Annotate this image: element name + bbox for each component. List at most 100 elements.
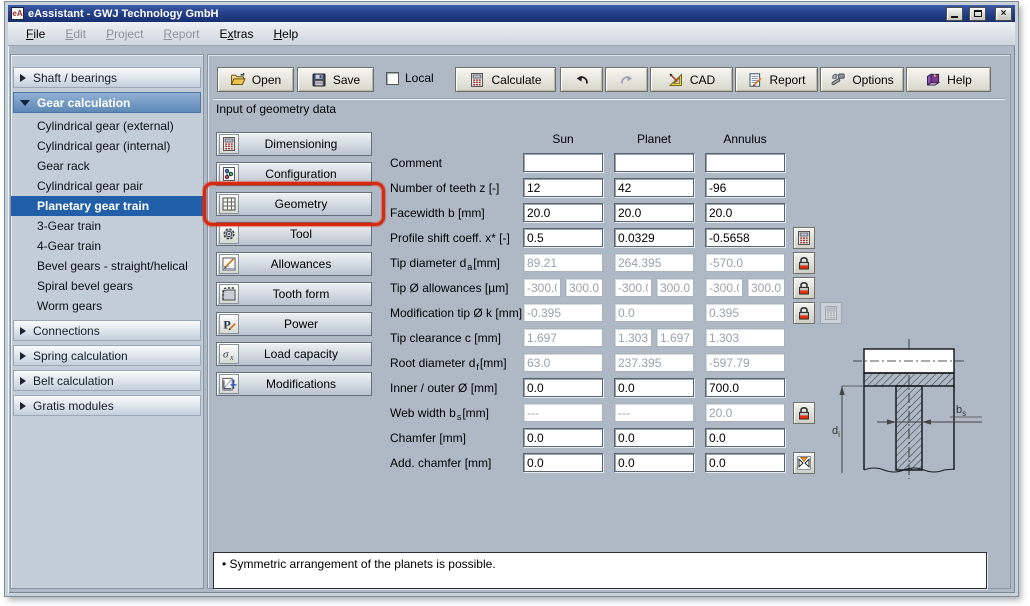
sidebar-item-4-gear-train[interactable]: 4-Gear train [11,236,203,256]
profile-shift-coeff-annulus-input[interactable] [705,228,785,247]
close-button[interactable]: × [995,7,1012,21]
sidebar-section-gear-calculation[interactable]: Gear calculation [13,92,201,113]
sidebar-item-3-gear-train[interactable]: 3-Gear train [11,216,203,236]
local-checkbox[interactable] [386,72,399,85]
window-title: eAssistant - GWJ Technology GmbH [28,8,940,20]
svg-text:x: x [229,353,234,362]
open-button[interactable]: Open [217,67,294,92]
lock-icon-button-tip-diameter[interactable] [793,252,815,274]
help-book-icon [925,72,941,88]
menu-extras[interactable]: Extras [209,25,263,43]
sidebar-section-gratis-modules[interactable]: Gratis modules [13,395,201,416]
nav-tooth-form-button[interactable]: Tooth form [216,282,372,306]
lock-icon-button-tip-diameter-allowances[interactable] [793,277,815,299]
save-button[interactable]: Save [297,67,374,92]
profile-shift-coeff-planet-input[interactable] [614,228,694,247]
tip-diameter-sun-input [523,253,603,272]
nav-tool-button[interactable]: Tool [216,222,372,246]
lock-icon [796,280,812,296]
title-bar[interactable]: eA eAssistant - GWJ Technology GmbH × [8,5,1015,22]
menu-file[interactable]: File [16,25,55,43]
sidebar-item-worm-gears[interactable]: Worm gears [11,296,203,316]
tip-diameter-annulus-input [705,253,785,272]
folder-open-icon [230,72,246,88]
web-width-planet-input [614,403,694,422]
add-chamfer-planet-input[interactable] [614,453,694,472]
lock-icon-button-web-width[interactable] [793,402,815,424]
cad-button[interactable]: CAD [650,67,733,92]
calculator-icon-button-profile-shift-coeff[interactable] [793,227,815,249]
tip-clearance-planet-2-input [656,328,694,347]
help-button[interactable]: Help [906,67,991,92]
sidebar-item-gear-rack[interactable]: Gear rack [11,156,203,176]
expand-icon [20,352,26,360]
chamfer-annulus-input[interactable] [705,428,785,447]
chamfer-icon-button-add-chamfer[interactable] [793,452,815,474]
nav-geometry-button[interactable]: Geometry [216,192,372,216]
inner-outer-diameter-planet-input[interactable] [614,378,694,397]
add-chamfer-sun-input[interactable] [523,453,603,472]
nav-allowances-button[interactable]: Allowances [216,252,372,276]
profile-shift-coeff-sun-input[interactable] [523,228,603,247]
menu-help[interactable]: Help [263,25,308,43]
allowances-icon [219,254,239,274]
sidebar-item-cylindrical-gear-pair[interactable]: Cylindrical gear pair [11,176,203,196]
main-panel: Open Save Local Calculate CAD Report [207,54,1011,589]
menu-report: Report [153,25,209,43]
sidebar-section-spring-calculation[interactable]: Spring calculation [13,345,201,366]
lock-icon-button-modification-tip[interactable] [793,302,815,324]
label-web-width: Web width bs [mm] [390,403,489,423]
comment-sun-input[interactable] [523,153,603,172]
sidebar-item-cylindrical-gear-external[interactable]: Cylindrical gear (external) [11,116,203,136]
gear-cross-section-diagram: di bs [830,331,1010,488]
menu-edit: Edit [55,25,96,43]
report-button[interactable]: Report [735,67,818,92]
nav-configuration-button[interactable]: Configuration [216,162,372,186]
sidebar-item-spiral-bevel-gears[interactable]: Spiral bevel gears [11,276,203,296]
number-of-teeth-planet-input[interactable] [614,178,694,197]
nav-load-capacity-button[interactable]: σxLoad capacity [216,342,372,366]
label-facewidth: Facewidth b [mm] [390,203,485,223]
nav-power-button[interactable]: PPower [216,312,372,336]
tip-clearance-sun-input [523,328,603,347]
inner-outer-diameter-sun-input[interactable] [523,378,603,397]
nav-modifications-button[interactable]: Modifications [216,372,372,396]
expand-icon [20,402,26,410]
column-header-planet: Planet [614,132,694,146]
add-chamfer-annulus-input[interactable] [705,453,785,472]
comment-annulus-input[interactable] [705,153,785,172]
tip-diameter-allowances-annulus-1-input [705,278,743,297]
svg-text:σ: σ [223,349,229,361]
minimize-button[interactable] [946,7,963,21]
sidebar-section-belt-calculation[interactable]: Belt calculation [13,370,201,391]
number-of-teeth-annulus-input[interactable] [705,178,785,197]
maximize-button[interactable] [969,7,986,21]
chamfer-planet-input[interactable] [614,428,694,447]
facewidth-planet-input[interactable] [614,203,694,222]
facewidth-sun-input[interactable] [523,203,603,222]
root-diameter-annulus-input [705,353,785,372]
sidebar-item-planetary-gear-train[interactable]: Planetary gear train [11,196,203,216]
calculate-button[interactable]: Calculate [455,67,556,92]
options-button[interactable]: Options [820,67,904,92]
sidebar-section-shaft-bearings[interactable]: Shaft / bearings [13,67,201,88]
status-message: • Symmetric arrangement of the planets i… [222,557,496,571]
sidebar-item-cylindrical-gear-internal[interactable]: Cylindrical gear (internal) [11,136,203,156]
configuration-icon [219,164,239,184]
nav-dimensioning-button[interactable]: Dimensioning [216,132,372,156]
app-icon: eA [11,7,24,20]
number-of-teeth-sun-input[interactable] [523,178,603,197]
local-label: Local [405,71,434,85]
minimize-icon [951,16,958,18]
label-tip-diameter: Tip diameter da [mm] [390,253,500,273]
undo-button[interactable] [560,67,603,92]
comment-planet-input[interactable] [614,153,694,172]
sidebar-section-connections[interactable]: Connections [13,320,201,341]
chamfer-sun-input[interactable] [523,428,603,447]
facewidth-annulus-input[interactable] [705,203,785,222]
inner-outer-diameter-annulus-input[interactable] [705,378,785,397]
sidebar-item-bevel-gears-straight-helical[interactable]: Bevel gears - straight/helical [11,256,203,276]
label-root-diameter: Root diameter df [mm] [390,353,507,373]
content-area: Shaft / bearings Gear calculation Cylindri… [8,47,1015,593]
tooth-form-icon [219,284,239,304]
